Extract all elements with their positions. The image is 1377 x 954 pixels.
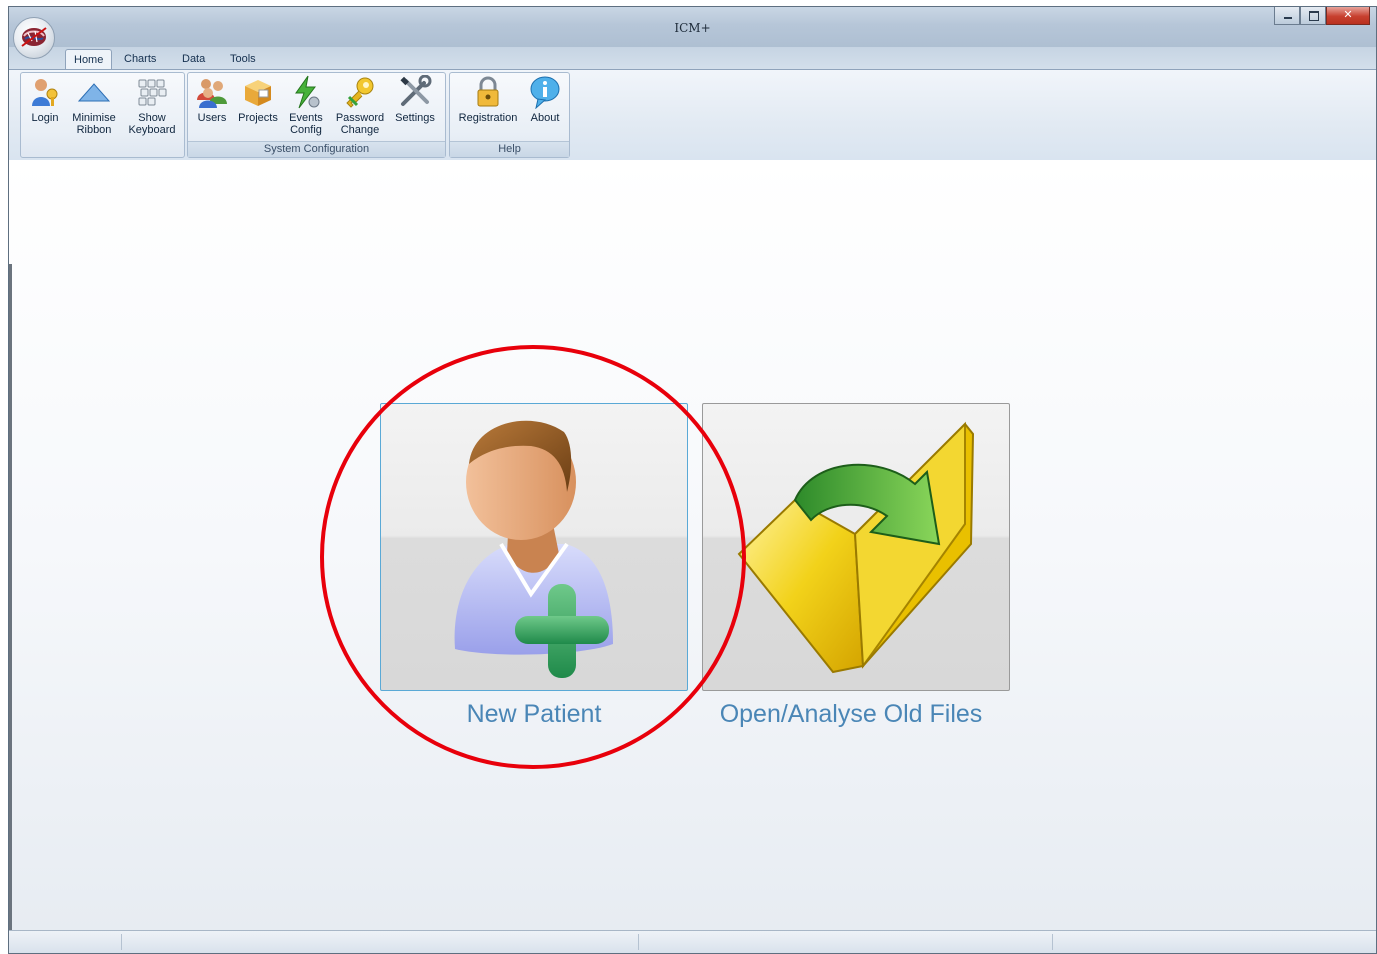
events-config-label: Events Config (289, 112, 323, 136)
projects-box-icon (241, 75, 275, 109)
password-change-label: Password Change (335, 112, 385, 136)
password-change-button[interactable]: Password Change (334, 75, 386, 136)
users-label: Users (197, 112, 227, 124)
tab-home[interactable]: Home (65, 49, 113, 70)
open-old-files-tile[interactable] (702, 403, 1010, 691)
keyboard-icon (135, 75, 169, 109)
projects-button[interactable]: Projects (236, 75, 280, 124)
minimise-ribbon-label: Minimise Ribbon (72, 112, 116, 136)
ribbon-group-general: Login Minimise Ribbon Show Keyboard (20, 72, 185, 158)
show-keyboard-button[interactable]: Show Keyboard (125, 75, 179, 136)
patient-add-icon (454, 420, 613, 678)
open-old-files-label[interactable]: Open/Analyse Old Files (691, 700, 1011, 729)
folder-open-arrow-icon (737, 421, 975, 674)
help-group-label: Help (450, 141, 569, 157)
about-label: About (530, 112, 560, 124)
info-bubble-icon (528, 75, 562, 109)
login-key-icon (28, 75, 62, 109)
tab-tools[interactable]: Tools (222, 49, 264, 69)
status-segment (638, 934, 1053, 950)
settings-label: Settings (395, 112, 435, 124)
system-configuration-label: System Configuration (188, 141, 445, 157)
ribbon-group-system-configuration: Users Projects Events Config Password Ch… (187, 72, 446, 158)
new-patient-tile[interactable] (380, 403, 688, 691)
tools-icon (398, 75, 432, 109)
app-window: ICM+ ✕ Home Charts Data Tools Login Mini… (8, 6, 1377, 954)
about-button[interactable]: About (526, 75, 564, 124)
minimize-button[interactable] (1274, 7, 1300, 25)
maximize-button[interactable] (1300, 7, 1326, 25)
main-panel: New Patient Open/Analyse Old Files (9, 160, 1376, 931)
users-icon (195, 75, 229, 109)
events-config-button[interactable]: Events Config (284, 75, 328, 136)
close-icon: ✕ (1343, 8, 1353, 21)
ribbon-group-help: Registration About Help (449, 72, 570, 158)
password-key-icon (343, 75, 377, 109)
tab-data[interactable]: Data (174, 49, 213, 69)
close-button[interactable]: ✕ (1326, 7, 1370, 25)
projects-label: Projects (238, 112, 278, 124)
title-bar: ICM+ ✕ (9, 7, 1376, 47)
registration-label: Registration (458, 112, 518, 124)
window-controls: ✕ (1274, 7, 1370, 25)
window-title: ICM+ (674, 21, 711, 35)
application-menu-button[interactable] (13, 17, 55, 59)
settings-button[interactable]: Settings (392, 75, 438, 124)
show-keyboard-label: Show Keyboard (128, 112, 176, 136)
events-lightning-icon (289, 75, 323, 109)
login-label: Login (31, 112, 59, 124)
minimise-ribbon-button[interactable]: Minimise Ribbon (69, 75, 119, 136)
login-button[interactable]: Login (27, 75, 63, 124)
registration-button[interactable]: Registration (456, 75, 520, 124)
new-patient-label[interactable]: New Patient (380, 700, 688, 729)
users-button[interactable]: Users (194, 75, 230, 124)
status-bar (9, 930, 1376, 953)
status-segment (121, 934, 639, 950)
status-segment (9, 934, 122, 950)
padlock-icon (471, 75, 505, 109)
triangle-up-icon (77, 75, 111, 109)
tab-charts[interactable]: Charts (116, 49, 164, 69)
brain-logo-icon (21, 27, 47, 47)
left-splitter[interactable] (9, 264, 12, 931)
ribbon: Login Minimise Ribbon Show Keyboard User… (9, 69, 1376, 161)
ribbon-tab-row: Home Charts Data Tools (9, 47, 1376, 70)
